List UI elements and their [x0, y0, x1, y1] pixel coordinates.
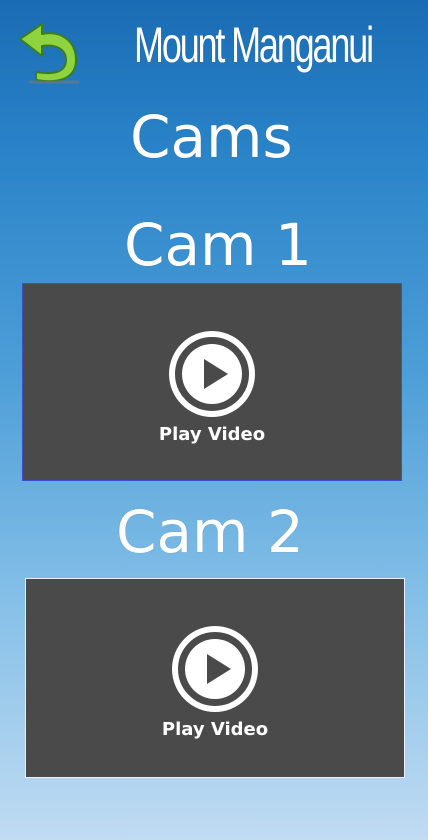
cam-1-video-player[interactable]: Play Video [22, 283, 402, 481]
page-subtitle: Cams [130, 103, 293, 171]
back-arrow-icon [19, 23, 80, 84]
cam-1-label: Cam 1 [124, 211, 312, 279]
play-icon[interactable] [168, 330, 256, 418]
play-video-label: Play Video [158, 424, 266, 445]
page-title: Mount Manganui [134, 17, 374, 73]
play-video-label: Play Video [161, 719, 269, 740]
back-button[interactable] [16, 22, 84, 88]
play-icon[interactable] [171, 625, 259, 713]
cam-2-video-player[interactable]: Play Video [25, 578, 405, 778]
cam-2-label: Cam 2 [116, 498, 304, 566]
